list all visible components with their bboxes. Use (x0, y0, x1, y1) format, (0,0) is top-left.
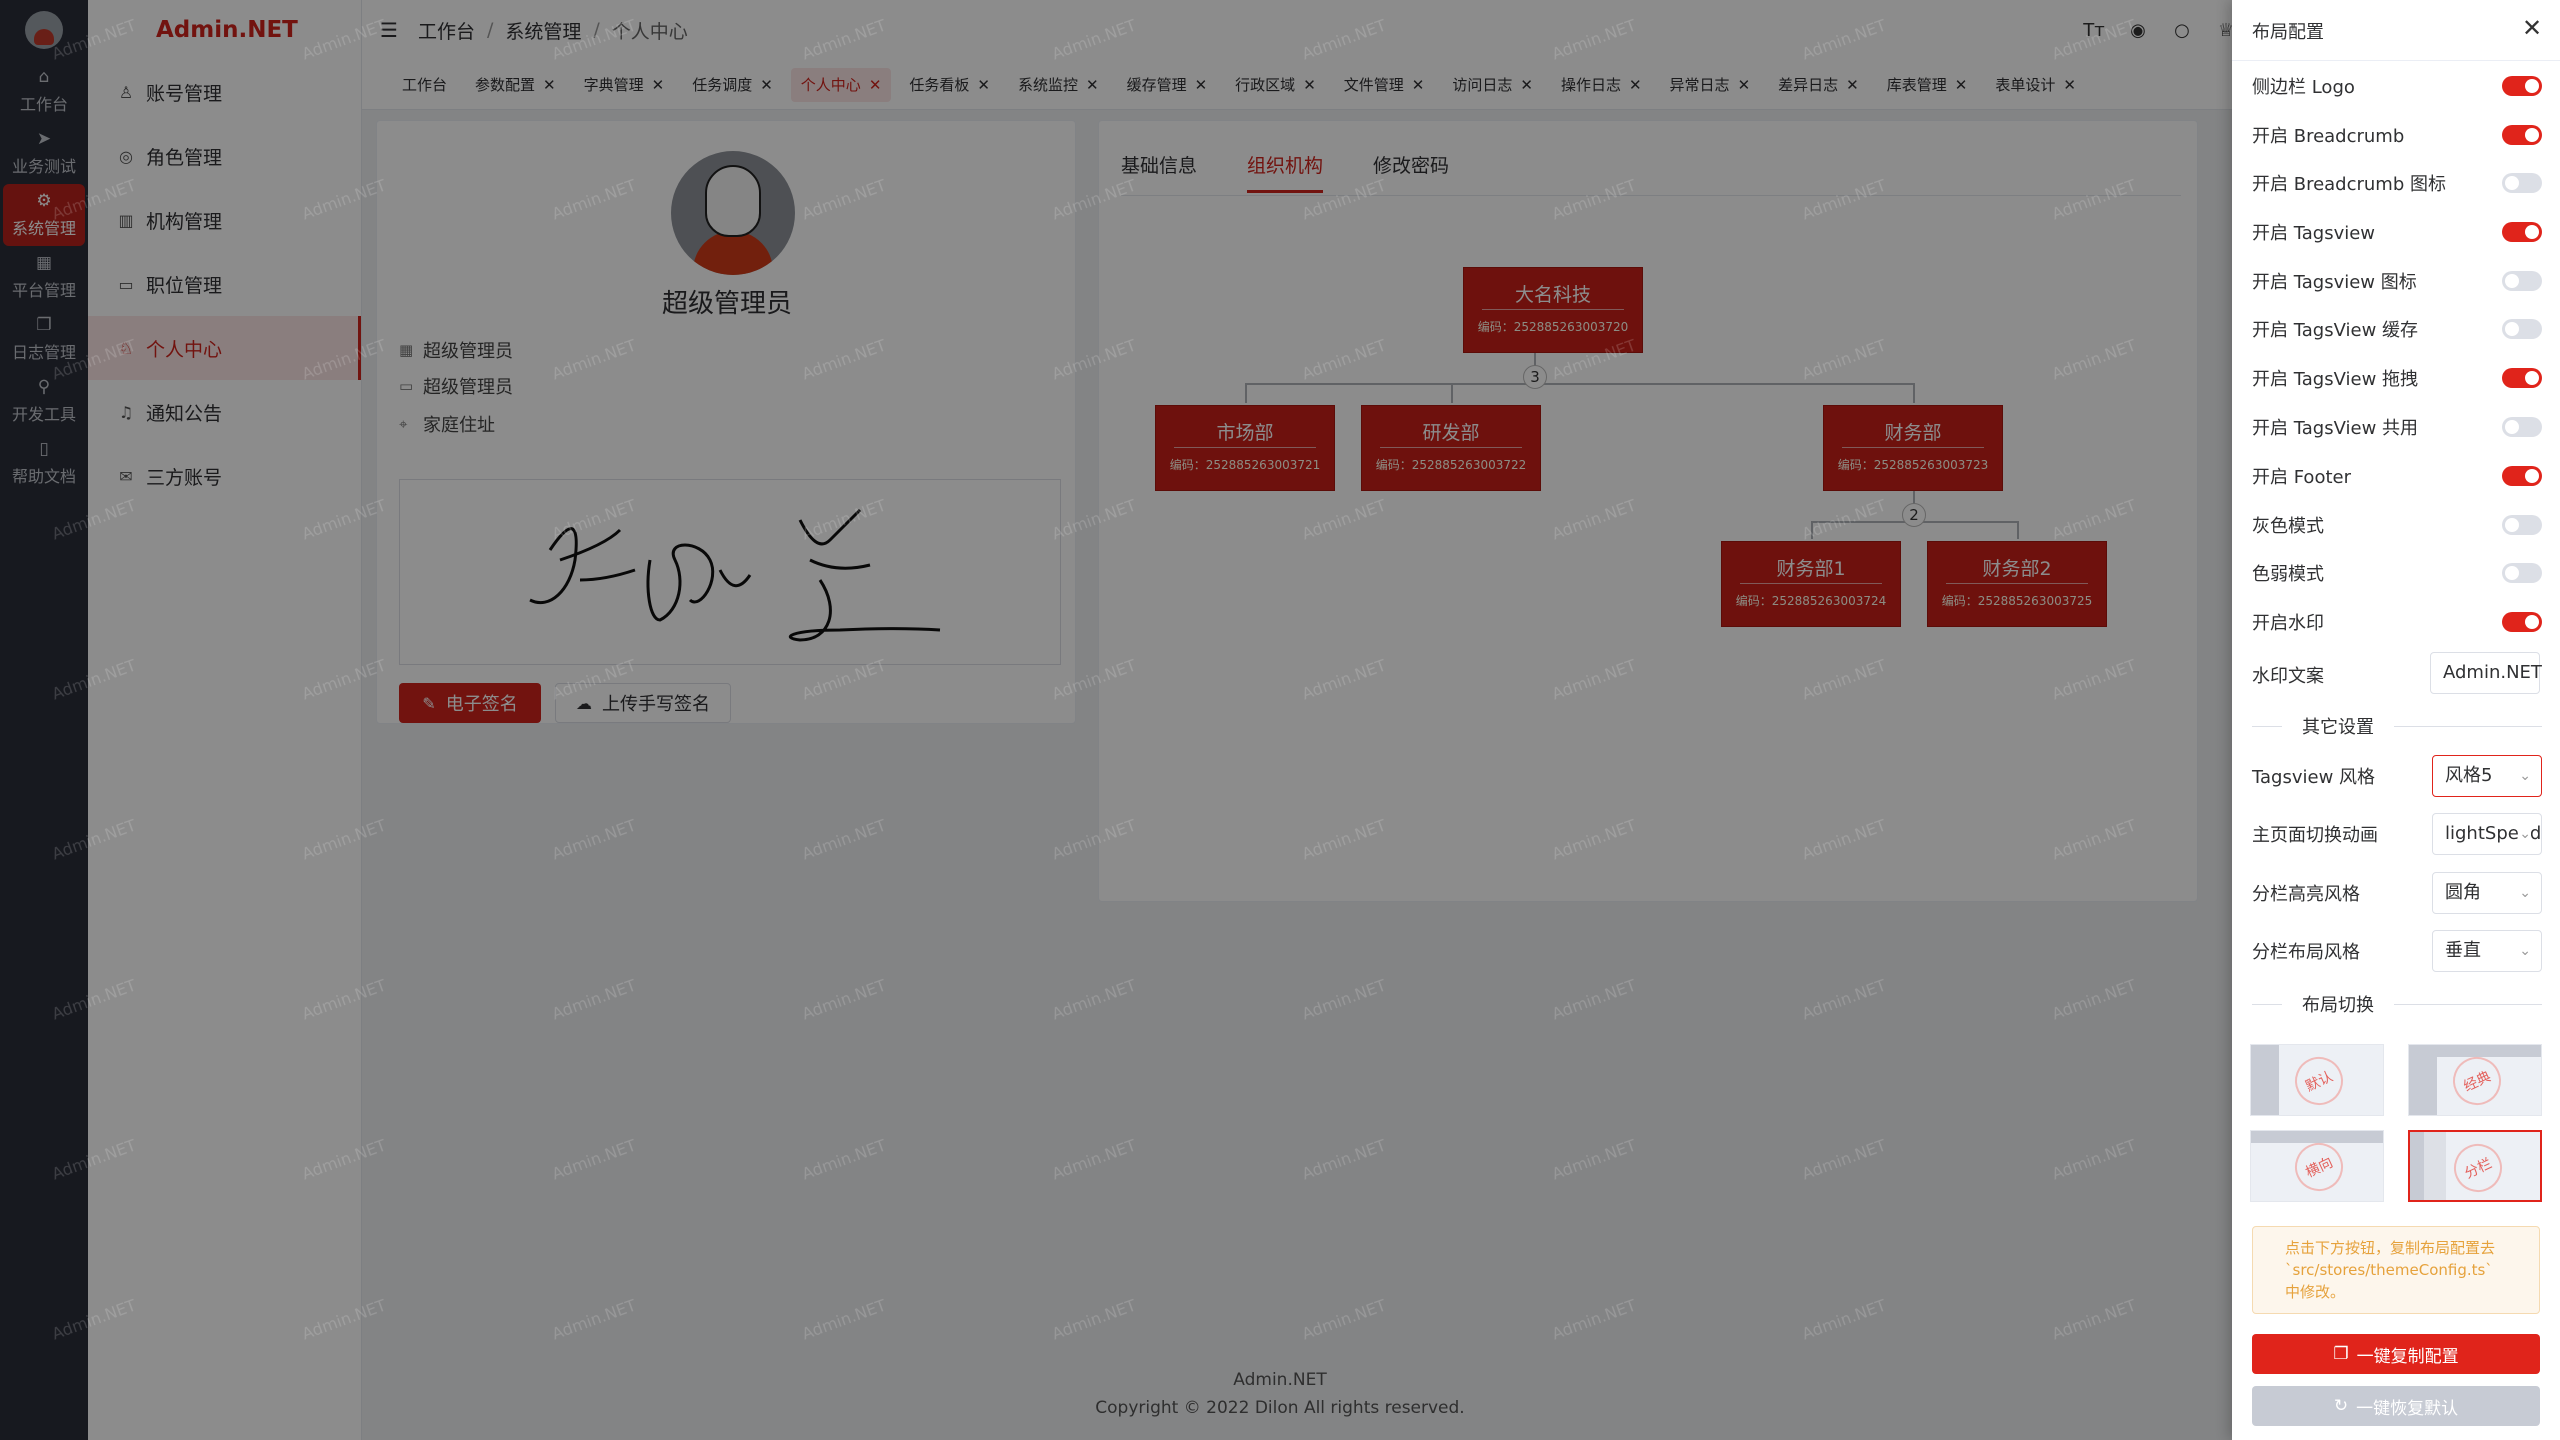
layout-config-drawer: 布局配置 ✕ 侧边栏 Logo 开启 Breadcrumb 开启 Breadcr… (2232, 0, 2560, 1440)
column-highlight-select[interactable]: 圆角 ⌄ (2432, 872, 2542, 914)
layout-default[interactable]: 默认 (2250, 1044, 2384, 1116)
switch-row-color-weak: 色弱模式 (2252, 558, 2542, 588)
select-row-page-animation: 主页面切换动画 lightSpeed ⌄ (2252, 813, 2542, 855)
select-row-tagsview-style: Tagsview 风格 风格5 ⌄ (2252, 755, 2542, 797)
toggle-switch[interactable] (2502, 563, 2542, 583)
layout-classic[interactable]: 经典 (2408, 1044, 2542, 1116)
switch-row-breadcrumb: 开启 Breadcrumb (2252, 120, 2542, 150)
tagsview-style-select[interactable]: 风格5 ⌄ (2432, 755, 2542, 797)
toggle-switch[interactable] (2502, 417, 2542, 437)
toggle-switch[interactable] (2502, 612, 2542, 632)
chevron-down-icon: ⌄ (2519, 814, 2531, 854)
toggle-switch[interactable] (2502, 466, 2542, 486)
toggle-switch[interactable] (2502, 76, 2542, 96)
copy-config-tip: 点击下方按钮，复制布局配置去 `src/stores/themeConfig.t… (2252, 1226, 2540, 1314)
switch-row-gray-mode: 灰色模式 (2252, 510, 2542, 540)
copy-config-button[interactable]: ❐ 一键复制配置 (2252, 1334, 2540, 1374)
switch-row-watermark: 开启水印 (2252, 607, 2542, 637)
select-row-column-layout: 分栏布局风格 垂直 ⌄ (2252, 930, 2542, 972)
refresh-icon: ↻ (2333, 1396, 2349, 1416)
column-layout-select[interactable]: 垂直 ⌄ (2432, 930, 2542, 972)
layout-horizontal[interactable]: 横向 (2250, 1130, 2384, 1202)
chevron-down-icon: ⌄ (2519, 931, 2531, 971)
other-settings-divider: 其它设置 (2252, 716, 2542, 738)
switch-row-tagsview-icon: 开启 Tagsview 图标 (2252, 266, 2542, 296)
drawer-title: 布局配置 (2252, 22, 2324, 43)
switch-row-tagsview-share: 开启 TagsView 共用 (2252, 412, 2542, 442)
switch-row-breadcrumb-icon: 开启 Breadcrumb 图标 (2252, 168, 2542, 198)
toggle-switch[interactable] (2502, 319, 2542, 339)
toggle-switch[interactable] (2502, 222, 2542, 242)
switch-row-tagsview-cache: 开启 TagsView 缓存 (2252, 314, 2542, 344)
toggle-switch[interactable] (2502, 515, 2542, 535)
chevron-down-icon: ⌄ (2519, 873, 2531, 913)
toggle-switch[interactable] (2502, 173, 2542, 193)
layout-columns[interactable]: 分栏 (2408, 1130, 2542, 1202)
switch-row-footer: 开启 Footer (2252, 461, 2542, 491)
switch-row-sidebar-logo: 侧边栏 Logo (2252, 71, 2542, 101)
copy-icon: ❐ (2333, 1344, 2349, 1364)
switch-row-tagsview-drag: 开启 TagsView 拖拽 (2252, 363, 2542, 393)
close-icon[interactable]: ✕ (2522, 14, 2542, 42)
reset-default-button[interactable]: ↻ 一键恢复默认 (2252, 1386, 2540, 1426)
toggle-switch[interactable] (2502, 125, 2542, 145)
drawer-mask[interactable] (0, 0, 2232, 1440)
page-animation-select[interactable]: lightSpeed ⌄ (2432, 813, 2542, 855)
watermark-text-input[interactable]: Admin.NET (2430, 652, 2542, 694)
switch-row-tagsview: 开启 Tagsview (2252, 217, 2542, 247)
select-row-column-highlight: 分栏高亮风格 圆角 ⌄ (2252, 872, 2542, 914)
toggle-switch[interactable] (2502, 271, 2542, 291)
toggle-switch[interactable] (2502, 368, 2542, 388)
layout-switch-divider: 布局切换 (2252, 994, 2542, 1016)
chevron-down-icon: ⌄ (2519, 756, 2531, 796)
